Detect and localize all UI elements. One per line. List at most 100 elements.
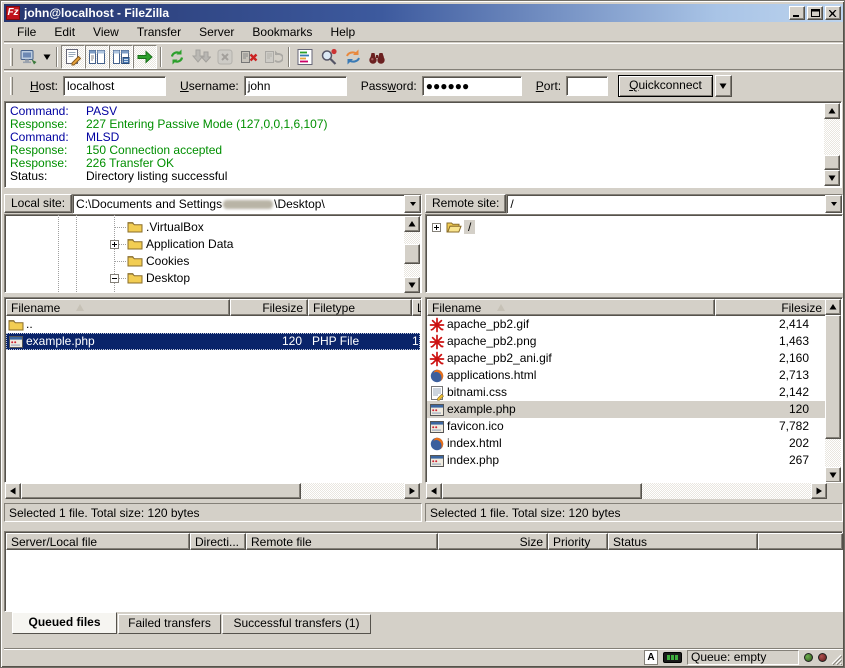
site-manager-dropdown-button[interactable] <box>40 45 53 69</box>
resize-grip[interactable] <box>829 652 842 665</box>
queue-column-serverlocalfile[interactable]: Server/Local file <box>6 533 190 550</box>
find-files-button[interactable] <box>365 45 389 69</box>
quickconnect-button[interactable]: Quickconnect <box>618 75 713 97</box>
file-row[interactable]: bitnami.css2,142 <box>427 384 825 401</box>
toggle-message-log-button[interactable] <box>61 45 85 69</box>
local-tree-scrollbar[interactable] <box>404 216 420 293</box>
site-manager-button[interactable] <box>16 45 40 69</box>
scroll-up-button[interactable] <box>825 299 841 315</box>
toggle-remote-tree-button[interactable] <box>109 45 133 69</box>
disconnect-button[interactable] <box>237 45 261 69</box>
queue-column-remotefile[interactable]: Remote file <box>246 533 438 550</box>
queue-column-directi[interactable]: Directi... <box>190 533 246 550</box>
toggle-transfer-queue-button[interactable] <box>133 45 157 69</box>
directory-listing-filters-button[interactable] <box>293 45 317 69</box>
local-list-hscrollbar[interactable] <box>5 483 420 499</box>
scroll-right-button[interactable] <box>811 483 827 499</box>
tab-successful-transfers-1-[interactable]: Successful transfers (1) <box>222 614 371 634</box>
column-header-filesize[interactable]: Filesize <box>230 299 308 316</box>
menu-file[interactable]: File <box>8 23 45 41</box>
scroll-down-button[interactable] <box>825 467 841 483</box>
tree-expander-plus[interactable] <box>110 240 119 249</box>
tree-item[interactable]: .VirtualBox <box>146 220 204 234</box>
scroll-right-button[interactable] <box>404 483 420 499</box>
directory-comparison-button[interactable] <box>317 45 341 69</box>
tab-queued-files[interactable]: Queued files <box>12 612 117 634</box>
queue-column-label: Directi... <box>195 535 239 549</box>
column-header-filename[interactable]: Filename <box>427 299 715 316</box>
scroll-thumb[interactable] <box>21 483 301 499</box>
reconnect-button[interactable] <box>261 45 285 69</box>
quickconnect-dropdown-button[interactable] <box>715 75 732 97</box>
local-directory-tree[interactable]: .VirtualBox Application Data Cookies Deskto… <box>4 214 422 293</box>
scroll-thumb[interactable] <box>442 483 642 499</box>
tab-failed-transfers[interactable]: Failed transfers <box>118 614 221 634</box>
tree-item[interactable]: Desktop <box>146 271 190 285</box>
password-input[interactable]: ●●●●●● <box>422 76 522 96</box>
remote-site-path-combo[interactable]: / <box>506 194 843 214</box>
file-row[interactable]: .. <box>6 316 420 333</box>
remote-list-vscrollbar[interactable] <box>825 299 841 483</box>
scroll-up-button[interactable] <box>404 216 420 232</box>
menu-help[interactable]: Help <box>321 23 364 41</box>
speed-limits-icon[interactable] <box>663 652 682 663</box>
file-row[interactable]: index.php267 <box>427 452 825 469</box>
maximize-button[interactable] <box>807 6 823 20</box>
file-row[interactable]: favicon.ico7,782 <box>427 418 825 435</box>
file-row[interactable]: apache_pb2_ani.gif2,160 <box>427 350 825 367</box>
file-row[interactable]: example.php120PHP File1 <box>6 333 420 350</box>
queue-column-blank[interactable] <box>758 533 843 550</box>
queue-column-status[interactable]: Status <box>608 533 758 550</box>
column-header-filetype[interactable]: Filetype <box>308 299 412 316</box>
synchronized-browsing-button[interactable] <box>341 45 365 69</box>
toggle-local-tree-button[interactable] <box>85 45 109 69</box>
tree-expander-plus[interactable] <box>432 223 441 232</box>
username-input[interactable]: john <box>244 76 347 96</box>
scroll-thumb[interactable] <box>824 155 840 170</box>
scroll-down-button[interactable] <box>824 170 840 186</box>
queue-column-priority[interactable]: Priority <box>548 533 608 550</box>
scroll-left-button[interactable] <box>426 483 442 499</box>
remote-path-dropdown-button[interactable] <box>825 195 842 213</box>
remote-directory-tree[interactable]: / <box>425 214 843 293</box>
menu-view[interactable]: View <box>84 23 128 41</box>
message-log-scrollbar[interactable] <box>824 103 840 186</box>
tree-item[interactable]: Application Data <box>146 237 233 251</box>
column-header-l[interactable]: L <box>412 299 422 316</box>
file-row[interactable]: index.html202 <box>427 435 825 452</box>
menu-server[interactable]: Server <box>190 23 243 41</box>
minimize-icon <box>793 10 801 17</box>
title-bar[interactable]: Fz john@localhost - FileZilla <box>4 4 843 22</box>
column-header-filesize[interactable]: Filesize <box>715 299 827 316</box>
scroll-thumb[interactable] <box>404 244 420 264</box>
column-header-filename[interactable]: Filename <box>6 299 230 316</box>
process-queue-button[interactable] <box>189 45 213 69</box>
local-site-path-combo[interactable]: C:\Documents and Settings\Desktop\ <box>72 194 422 214</box>
menu-edit[interactable]: Edit <box>45 23 84 41</box>
queue-column-size[interactable]: Size <box>438 533 548 550</box>
file-row[interactable]: applications.html2,713 <box>427 367 825 384</box>
cancel-operation-button[interactable] <box>213 45 237 69</box>
tree-expander-minus[interactable] <box>110 274 119 283</box>
port-input[interactable] <box>566 76 608 96</box>
transfer-queue-body[interactable] <box>6 550 841 610</box>
minimize-button[interactable] <box>789 6 805 20</box>
remote-file-list[interactable]: FilenameFilesizeapache_pb2.gif2,414apach… <box>425 297 843 483</box>
file-row[interactable]: apache_pb2.png1,463 <box>427 333 825 350</box>
host-input[interactable]: localhost <box>63 76 166 96</box>
scroll-up-button[interactable] <box>824 103 840 119</box>
scroll-down-button[interactable] <box>404 277 420 293</box>
menu-bookmarks[interactable]: Bookmarks <box>243 23 321 41</box>
local-path-dropdown-button[interactable] <box>404 195 421 213</box>
refresh-button[interactable] <box>165 45 189 69</box>
tree-item[interactable]: Cookies <box>146 254 189 268</box>
file-row[interactable]: apache_pb2.gif2,414 <box>427 316 825 333</box>
remote-list-hscrollbar[interactable] <box>426 483 827 499</box>
scroll-left-button[interactable] <box>5 483 21 499</box>
file-row[interactable]: example.php120 <box>427 401 825 418</box>
scroll-thumb[interactable] <box>825 315 841 439</box>
local-file-list[interactable]: FilenameFilesizeFiletypeL..example.php12… <box>4 297 422 483</box>
tree-item[interactable]: / <box>464 220 475 234</box>
menu-transfer[interactable]: Transfer <box>128 23 190 41</box>
close-button[interactable] <box>825 6 841 20</box>
